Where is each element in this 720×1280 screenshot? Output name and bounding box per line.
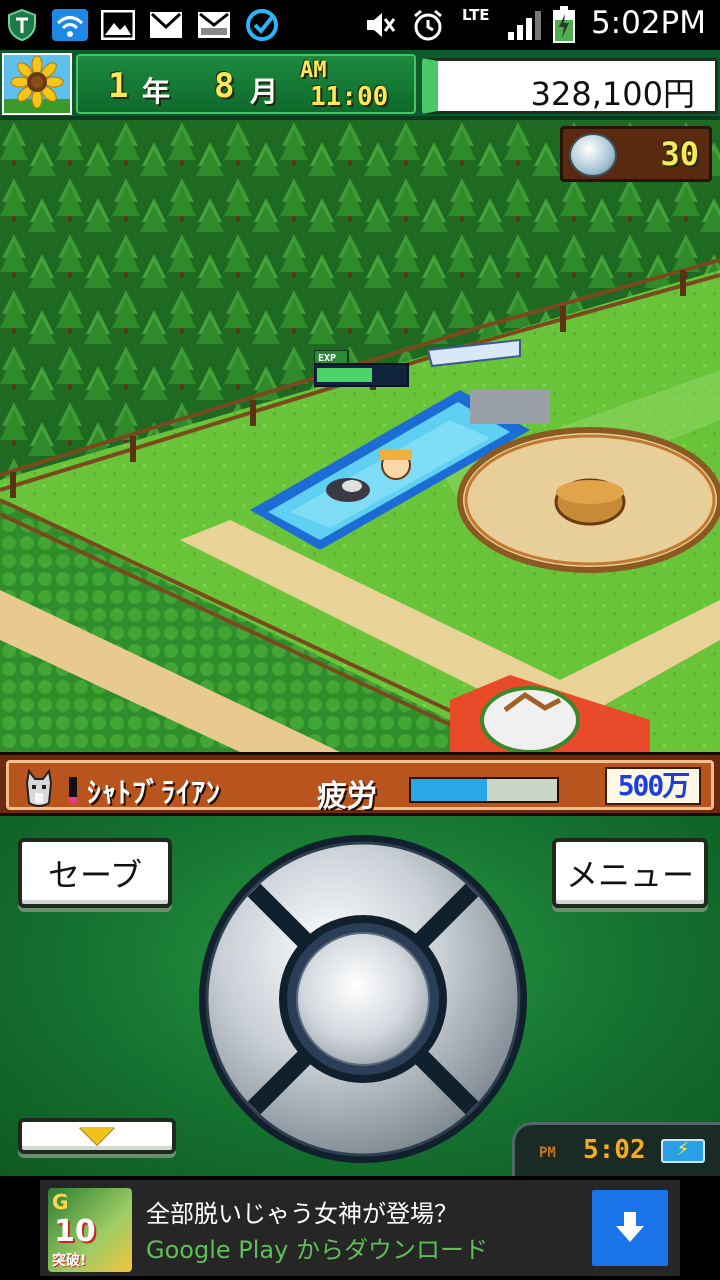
network-type: LTE bbox=[462, 6, 490, 24]
exp-fill bbox=[317, 368, 372, 382]
ad-title: 全部脱いじゃう女神が登場？ bbox=[146, 1200, 458, 1228]
month-number: 8 bbox=[214, 66, 235, 106]
medal-count: 30 bbox=[660, 135, 699, 173]
save-button[interactable]: セーブ bbox=[18, 838, 172, 908]
ad-thumb-number: 10 bbox=[54, 1214, 96, 1249]
clock-time: 5:02 bbox=[583, 1135, 646, 1165]
status-time: 5:02PM bbox=[590, 5, 706, 41]
image-icon bbox=[100, 7, 136, 43]
ad-thumb-text: 突破! bbox=[52, 1253, 87, 1269]
signal-icon bbox=[506, 7, 542, 43]
ad-subtitle: Google Play からダウンロード bbox=[146, 1236, 488, 1264]
top-hud: 1 年 8 月 AM 11:00 328,100円 bbox=[0, 50, 720, 120]
battery-bolt-icon: ⚡ bbox=[661, 1139, 705, 1163]
medal-counter[interactable]: 30 bbox=[560, 126, 712, 182]
fatigue-fill bbox=[411, 779, 487, 801]
mute-icon bbox=[362, 7, 398, 43]
ampm-label: AM bbox=[300, 58, 327, 83]
horse-info-bar[interactable]: ｼｬﾄﾌﾞﾗｲｱﾝ 疲労 500万 bbox=[0, 752, 720, 816]
sync-check-icon bbox=[244, 7, 280, 43]
money-display: 328,100円 bbox=[422, 58, 718, 114]
horse-color-marker bbox=[69, 777, 77, 803]
year-unit: 年 bbox=[142, 75, 171, 108]
status-bar: LTE 5:02PM bbox=[0, 0, 720, 50]
ad-banner-area: G 10 突破! 全部脱いじゃう女神が登場？ Google Play からダウン… bbox=[0, 1176, 720, 1280]
directional-pad[interactable] bbox=[196, 832, 530, 1166]
ranch-scene bbox=[0, 120, 720, 752]
horse-info-panel: ｼｬﾄﾌﾞﾗｲｱﾝ 疲労 500万 bbox=[6, 760, 714, 814]
expand-toggle-button[interactable] bbox=[18, 1118, 176, 1154]
date-time-panel: 1 年 8 月 AM 11:00 bbox=[76, 54, 416, 114]
gmail-icon bbox=[148, 7, 184, 43]
control-panel: セーブ メニュー PM 5:02 ⚡ bbox=[0, 816, 720, 1176]
menu-button[interactable]: メニュー bbox=[552, 838, 708, 908]
ranch-map[interactable]: EXP 30 bbox=[0, 120, 720, 752]
download-button[interactable] bbox=[592, 1190, 668, 1266]
fatigue-label: 疲労 bbox=[317, 779, 377, 814]
horseshoe-medal-icon bbox=[569, 133, 617, 177]
fatigue-bar bbox=[409, 777, 559, 803]
device-clock-panel: PM 5:02 ⚡ bbox=[512, 1122, 720, 1176]
horse-face-icon bbox=[23, 768, 55, 809]
sunflower-portrait[interactable] bbox=[2, 53, 72, 115]
ad-thumbnail: G 10 突破! bbox=[48, 1188, 132, 1272]
money-amount: 328,100円 bbox=[530, 75, 695, 113]
ad-thumb-brand: G bbox=[52, 1190, 69, 1214]
game-clock: 11:00 bbox=[310, 82, 389, 112]
alarm-icon bbox=[410, 7, 446, 43]
year-number: 1 bbox=[108, 66, 129, 106]
horse-name: ｼｬﾄﾌﾞﾗｲｱﾝ bbox=[87, 776, 222, 809]
exp-label: EXP bbox=[318, 353, 336, 364]
month-unit: 月 bbox=[250, 75, 279, 108]
shield-icon bbox=[4, 7, 40, 43]
email-icon bbox=[196, 7, 232, 43]
download-arrow-icon bbox=[616, 1212, 644, 1242]
battery-charging-icon bbox=[546, 6, 582, 43]
ad-banner[interactable]: G 10 突破! 全部脱いじゃう女神が登場？ Google Play からダウン… bbox=[40, 1180, 680, 1276]
clock-ampm: PM bbox=[539, 1145, 556, 1161]
wifi-icon bbox=[52, 7, 88, 43]
prize-money: 500万 bbox=[605, 767, 701, 805]
chevron-down-icon bbox=[79, 1127, 115, 1145]
exp-gauge: EXP bbox=[313, 349, 410, 390]
